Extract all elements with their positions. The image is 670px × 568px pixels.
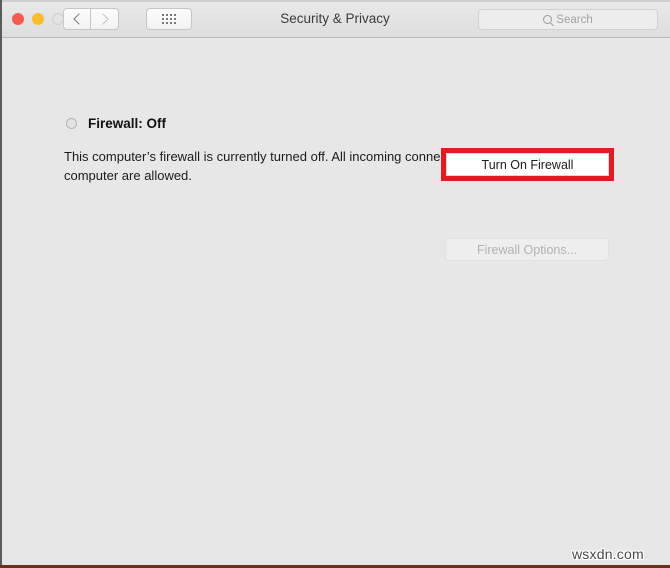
traffic-light-group [12, 13, 64, 25]
search-field[interactable]: Search [478, 9, 658, 30]
firewall-status-label: Firewall: Off [88, 116, 167, 131]
security-privacy-window: Security & Privacy Search General FileVa… [0, 0, 670, 568]
annotation-highlight-rect [441, 148, 614, 181]
forward-button[interactable] [91, 8, 119, 30]
navigation-buttons [63, 8, 119, 30]
titlebar: Security & Privacy Search [0, 0, 670, 38]
firewall-status-row: Firewall: Off [66, 116, 166, 131]
grid-dots-icon [162, 14, 176, 24]
search-placeholder: Search [556, 13, 593, 26]
firewall-options-button[interactable]: Firewall Options... [445, 238, 609, 261]
search-icon [543, 15, 553, 24]
window-left-edge [0, 0, 2, 568]
firewall-pane: Firewall: Off This computer’s firewall i… [2, 39, 670, 568]
chevron-left-icon [72, 13, 85, 25]
minimize-button[interactable] [32, 13, 44, 25]
window-top-edge [0, 0, 670, 2]
close-button[interactable] [12, 13, 24, 25]
back-button[interactable] [63, 8, 91, 30]
status-light-icon [66, 118, 77, 129]
chevron-right-icon [97, 13, 109, 25]
show-all-button[interactable] [146, 8, 192, 30]
